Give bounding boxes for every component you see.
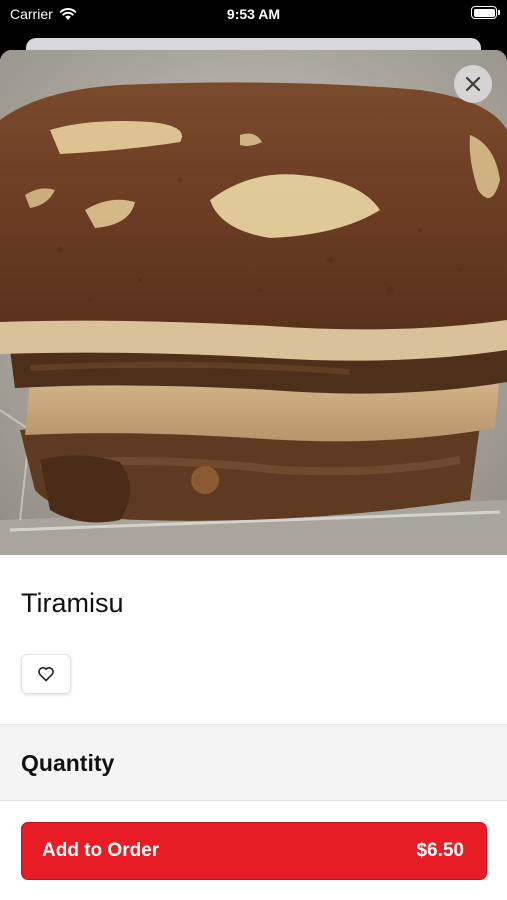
add-to-order-label: Add to Order [42, 840, 160, 861]
quantity-heading: Quantity [21, 750, 115, 776]
add-to-order-button[interactable]: Add to Order $6.50 [21, 822, 487, 880]
price-label: $6.50 [416, 840, 464, 861]
status-bar: Carrier 9:53 AM [0, 0, 507, 30]
item-photo [0, 50, 507, 555]
favorite-button[interactable] [21, 654, 71, 694]
close-icon [465, 76, 481, 92]
item-detail-sheet: Tiramisu Quantity Add to Order $6.50 [0, 50, 507, 900]
order-footer: Add to Order $6.50 [0, 800, 507, 900]
heart-icon [38, 667, 54, 682]
battery-icon [471, 6, 500, 19]
item-title: Tiramisu [21, 588, 124, 618]
status-time: 9:53 AM [226, 6, 281, 22]
tiramisu-illustration [0, 50, 507, 555]
close-button[interactable] [454, 65, 492, 103]
